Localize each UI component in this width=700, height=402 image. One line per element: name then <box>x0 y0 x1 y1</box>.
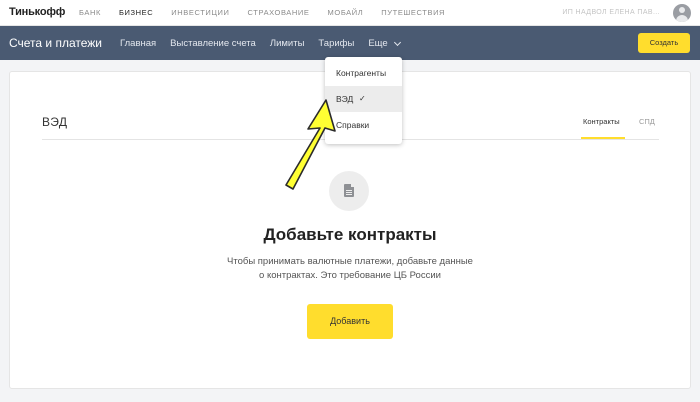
top-nav-insurance[interactable]: СТРАХОВАНИЕ <box>248 8 310 17</box>
nav-item-more[interactable]: Еще <box>368 38 401 49</box>
avatar-head <box>679 7 685 13</box>
top-nav-bank[interactable]: БАНК <box>79 8 101 17</box>
menu-item-label: Контрагенты <box>336 68 387 78</box>
document-icon <box>344 184 354 197</box>
menu-item-label: ВЭД <box>336 94 354 104</box>
section-title[interactable]: Счета и платежи <box>9 36 102 50</box>
top-nav-investments[interactable]: ИНВЕСТИЦИИ <box>171 8 229 17</box>
menu-item-certificates[interactable]: Справки <box>325 112 402 138</box>
top-nav-business[interactable]: БИЗНЕС <box>119 8 153 17</box>
section-navbar: Счета и платежи Главная Выставление счет… <box>0 26 700 60</box>
top-bar: Тинькофф БАНК БИЗНЕС ИНВЕСТИЦИИ СТРАХОВА… <box>0 0 700 26</box>
checkmark-icon: ✓ <box>359 94 366 103</box>
more-dropdown-menu: Контрагенты ВЭД ✓ Справки <box>325 57 402 144</box>
nav-item-tariffs[interactable]: Тарифы <box>318 38 354 49</box>
nav-item-invoicing[interactable]: Выставление счета <box>170 38 256 49</box>
top-nav-travel[interactable]: ПУТЕШЕСТВИЯ <box>381 8 445 17</box>
empty-state-description-line-2: о контрактах. Это требование ЦБ России <box>259 270 441 281</box>
tab-contracts[interactable]: Контракты <box>583 117 620 126</box>
chevron-down-icon <box>393 38 401 46</box>
menu-item-counterparties[interactable]: Контрагенты <box>325 60 402 86</box>
menu-item-ved[interactable]: ВЭД ✓ <box>325 86 402 112</box>
add-contract-button[interactable]: Добавить <box>307 304 393 339</box>
empty-state-title: Добавьте контракты <box>263 225 437 244</box>
avatar-icon[interactable] <box>673 4 691 22</box>
brand-logo[interactable]: Тинькофф <box>9 6 65 18</box>
empty-state-description-line-1: Чтобы принимать валютные платежи, добавь… <box>227 256 473 267</box>
top-nav-mobile[interactable]: МОБАЙЛ <box>328 8 364 17</box>
user-name[interactable]: ИП НАДВОЛ ЕЛЕНА ПАВ... <box>562 9 660 16</box>
top-nav: БАНК БИЗНЕС ИНВЕСТИЦИИ СТРАХОВАНИЕ МОБАЙ… <box>79 8 463 17</box>
empty-state-illustration <box>329 171 369 211</box>
avatar-body <box>676 15 688 22</box>
nav-item-more-label: Еще <box>368 38 388 49</box>
create-button[interactable]: Создать <box>638 33 690 53</box>
menu-item-label: Справки <box>336 120 370 130</box>
page-title: ВЭД <box>42 115 68 129</box>
tab-spd[interactable]: СПД <box>639 117 655 126</box>
nav-item-limits[interactable]: Лимиты <box>270 38 305 49</box>
main-nav: Главная Выставление счета Лимиты Тарифы … <box>120 38 414 49</box>
nav-item-home[interactable]: Главная <box>120 38 156 49</box>
empty-state-description: Чтобы принимать валютные платежи, добавь… <box>10 255 690 283</box>
